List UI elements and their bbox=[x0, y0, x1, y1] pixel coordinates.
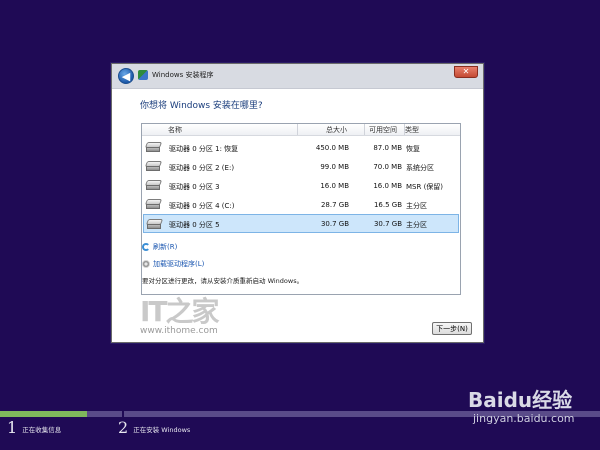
column-header-total[interactable]: 总大小 bbox=[326, 125, 347, 135]
hard-drive-icon bbox=[144, 161, 163, 172]
table-row[interactable]: 驱动器 0 分区 4 (C:) 28.7 GB 16.5 GB 主分区 bbox=[143, 195, 459, 214]
step-label: 正在收集信息 bbox=[22, 426, 62, 434]
ithome-watermark: IT之家 www.ithome.com bbox=[140, 290, 236, 340]
column-header-free[interactable]: 可用空间 bbox=[369, 125, 397, 135]
partition-type: 恢复 bbox=[406, 145, 420, 153]
column-header-type[interactable]: 类型 bbox=[405, 125, 419, 135]
column-header-name[interactable]: 名称 bbox=[168, 125, 182, 135]
partition-total: 16.0 MB bbox=[320, 182, 349, 190]
ithome-url: www.ithome.com bbox=[140, 326, 218, 336]
partition-total: 28.7 GB bbox=[320, 201, 349, 209]
partition-type: 系统分区 bbox=[406, 164, 434, 172]
partition-name: 驱动器 0 分区 1: 恢复 bbox=[169, 145, 239, 153]
partition-free: 16.0 MB bbox=[373, 182, 402, 190]
hard-drive-icon bbox=[144, 180, 163, 191]
partition-free: 70.0 MB bbox=[373, 163, 402, 171]
close-icon: ✕ bbox=[462, 67, 470, 76]
close-button[interactable]: ✕ bbox=[454, 66, 478, 78]
table-header: 名称 总大小 可用空间 类型 bbox=[142, 124, 460, 136]
step-collecting-info: 1 正在收集信息 bbox=[7, 420, 61, 436]
partition-free: 16.5 GB bbox=[373, 201, 402, 209]
disc-icon bbox=[142, 260, 150, 268]
hard-drive-icon bbox=[145, 219, 164, 230]
partition-free: 30.7 GB bbox=[373, 220, 402, 228]
ithome-logo: IT之家 bbox=[140, 295, 220, 328]
baidu-url: jingyan.baidu.com bbox=[473, 412, 575, 425]
partition-total: 99.0 MB bbox=[320, 163, 349, 171]
step-number: 2 bbox=[118, 418, 129, 437]
partition-name: 驱动器 0 分区 4 (C:) bbox=[169, 202, 235, 210]
refresh-icon bbox=[142, 243, 150, 251]
partition-type: 主分区 bbox=[406, 202, 427, 210]
refresh-link[interactable]: 刷新(R) bbox=[142, 242, 177, 252]
load-driver-link[interactable]: 加载驱动程序(L) bbox=[142, 259, 204, 269]
partition-name: 驱动器 0 分区 5 bbox=[169, 221, 220, 229]
partition-total: 30.7 GB bbox=[320, 220, 349, 228]
partition-warning: 要对分区进行更改，请从安装介质重新启动 Windows。 bbox=[142, 277, 304, 285]
table-row[interactable]: 驱动器 0 分区 2 (E:) 99.0 MB 70.0 MB 系统分区 bbox=[143, 157, 459, 176]
step-number: 1 bbox=[7, 418, 18, 437]
table-row-selected[interactable]: 驱动器 0 分区 5 30.7 GB 30.7 GB 主分区 bbox=[143, 214, 459, 233]
partition-name: 驱动器 0 分区 3 bbox=[169, 183, 220, 191]
back-arrow-icon: ◀ bbox=[121, 69, 131, 83]
table-row[interactable]: 驱动器 0 分区 3 16.0 MB 16.0 MB MSR (保留) bbox=[143, 176, 459, 195]
partition-table: 名称 总大小 可用空间 类型 驱动器 0 分区 1: 恢复 450.0 MB 8… bbox=[141, 123, 461, 295]
partition-name: 驱动器 0 分区 2 (E:) bbox=[169, 164, 235, 172]
page-title: 你想将 Windows 安装在哪里? bbox=[140, 101, 263, 111]
setup-progress-fill bbox=[0, 411, 87, 417]
partition-type: 主分区 bbox=[406, 221, 427, 229]
partition-free: 87.0 MB bbox=[373, 144, 402, 152]
step-label: 正在安装 Windows bbox=[133, 426, 191, 434]
partition-total: 450.0 MB bbox=[315, 144, 349, 152]
hard-drive-icon bbox=[144, 142, 163, 153]
hard-drive-icon bbox=[144, 199, 163, 210]
progress-step-divider bbox=[122, 411, 124, 417]
step-installing-windows: 2 正在安装 Windows bbox=[118, 420, 190, 436]
baidu-jingyan-watermark: Baidu经验 jingyan.baidu.com bbox=[468, 384, 593, 444]
load-driver-label: 加载驱动程序(L) bbox=[153, 260, 205, 268]
baidu-logo: Baidu经验 bbox=[468, 388, 573, 412]
title-bar: ◀ Windows 安装程序 ✕ bbox=[112, 64, 483, 89]
table-row[interactable]: 驱动器 0 分区 1: 恢复 450.0 MB 87.0 MB 恢复 bbox=[143, 138, 459, 157]
refresh-label: 刷新(R) bbox=[153, 243, 178, 251]
back-button[interactable]: ◀ bbox=[118, 68, 134, 84]
partition-type: MSR (保留) bbox=[406, 183, 444, 191]
window-title: Windows 安装程序 bbox=[152, 71, 214, 79]
next-button[interactable]: 下一步(N) bbox=[432, 322, 472, 335]
setup-app-icon bbox=[138, 70, 148, 80]
